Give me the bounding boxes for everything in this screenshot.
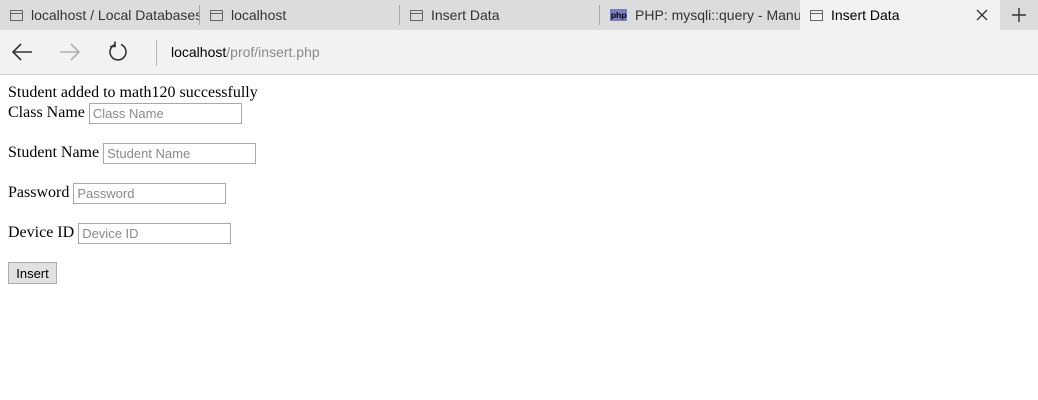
tab-label: localhost / Local Databases — [31, 7, 200, 23]
class-name-row: Class Name — [8, 102, 1030, 124]
device-id-input[interactable] — [78, 222, 232, 244]
device-id-label: Device ID — [8, 224, 75, 241]
forward-button[interactable] — [52, 34, 88, 70]
class-name-label: Class Name — [8, 104, 85, 121]
student-name-label: Student Name — [8, 144, 100, 161]
submit-row: Insert — [8, 262, 1030, 284]
navigation-bar: localhost/prof/insert.php — [0, 30, 1038, 75]
page-icon — [810, 9, 823, 21]
plus-icon — [1012, 8, 1026, 22]
page-icon — [210, 9, 223, 21]
device-id-row: Device ID — [8, 222, 1030, 244]
address-bar[interactable]: localhost/prof/insert.php — [171, 44, 320, 60]
new-tab-button[interactable] — [1000, 0, 1038, 30]
tab-insert-data[interactable]: Insert Data — [400, 0, 600, 30]
tab-strip: localhost / Local Databases localhost In… — [0, 0, 1038, 30]
tab-label: Insert Data — [431, 7, 500, 23]
student-name-row: Student Name — [8, 142, 1030, 164]
nav-divider — [156, 40, 157, 66]
page-content: Student added to math120 successfully Cl… — [8, 84, 1030, 284]
refresh-icon — [109, 41, 127, 61]
page-icon — [10, 9, 23, 21]
tab-local-databases[interactable]: localhost / Local Databases — [0, 0, 200, 30]
address-path: /prof/insert.php — [226, 44, 320, 60]
address-host: localhost — [171, 44, 227, 60]
success-message: Student added to math120 successfully — [8, 84, 258, 101]
password-input[interactable] — [73, 182, 227, 204]
password-row: Password — [8, 182, 1030, 204]
page-icon — [410, 9, 423, 21]
class-name-input[interactable] — [88, 102, 242, 124]
refresh-button[interactable] — [100, 34, 136, 70]
close-icon — [976, 9, 988, 21]
php-icon: php — [610, 9, 627, 21]
tab-insert-data-active[interactable]: Insert Data — [800, 0, 1000, 30]
tab-label: PHP: mysqli::query - Manua — [635, 7, 800, 23]
tab-php-manual[interactable]: php PHP: mysqli::query - Manua — [600, 0, 800, 30]
back-arrow-icon — [11, 43, 32, 61]
forward-arrow-icon — [60, 43, 81, 61]
student-name-input[interactable] — [103, 142, 257, 164]
password-label: Password — [8, 184, 70, 201]
insert-button[interactable]: Insert — [8, 262, 57, 284]
back-button[interactable] — [4, 34, 40, 70]
tab-label: localhost — [231, 7, 287, 23]
close-tab-button[interactable] — [972, 5, 992, 25]
tab-localhost[interactable]: localhost — [200, 0, 400, 30]
tab-label: Insert Data — [831, 7, 900, 23]
